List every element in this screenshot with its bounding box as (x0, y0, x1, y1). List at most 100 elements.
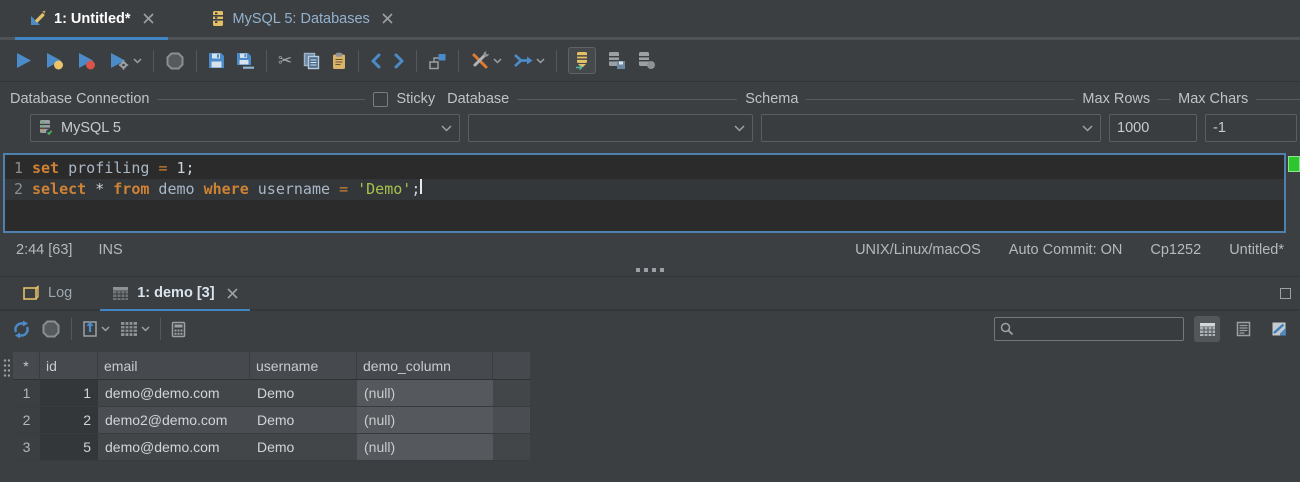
table-cell[interactable] (493, 380, 530, 407)
table-cell[interactable]: demo2@demo.com (98, 407, 250, 434)
refresh-icon[interactable] (12, 320, 31, 339)
sql-token: * (86, 180, 114, 198)
result-search-box[interactable] (994, 317, 1194, 341)
database-filter-icon[interactable] (568, 47, 597, 74)
column-header[interactable]: email (98, 352, 250, 380)
table-cell[interactable]: 1 (40, 380, 98, 407)
run-stop-on-error-icon[interactable] (76, 51, 97, 70)
tab-result-demo[interactable]: 1: demo [3] (100, 277, 249, 309)
table-cell[interactable]: 5 (40, 434, 98, 461)
sql-token: username (248, 180, 340, 198)
column-header[interactable] (493, 352, 530, 380)
close-icon[interactable] (382, 13, 393, 24)
table-cell[interactable]: Demo (250, 407, 357, 434)
row-number[interactable]: 1 (13, 380, 40, 407)
sql-token: = (158, 159, 168, 177)
run-continue-icon[interactable] (44, 51, 65, 70)
cut-icon[interactable]: ✂ (278, 52, 292, 69)
results-tabbar: Log 1: demo [3] (0, 277, 1300, 311)
sql-editor[interactable]: 1 set profiling = 1; 2 select * from demo w… (3, 153, 1286, 233)
run-settings-icon[interactable] (108, 51, 142, 70)
tools-icon[interactable] (470, 51, 502, 70)
tab-label: Log (48, 285, 73, 301)
grid-drag-handle[interactable] (0, 352, 13, 461)
database-commit-icon[interactable] (607, 51, 626, 70)
calculator-icon[interactable] (171, 321, 186, 338)
row-number[interactable]: 3 (13, 434, 40, 461)
table-row: 3 5 demo@demo.com Demo (null) (13, 434, 530, 461)
result-table: * id email username demo_column 1 1 demo@demo.c… (13, 352, 530, 461)
table-cell[interactable]: Demo (250, 434, 357, 461)
file-name: Untitled* (1229, 241, 1284, 258)
table-cell[interactable]: Demo (250, 380, 357, 407)
column-header[interactable]: username (250, 352, 357, 380)
schema-dropdown[interactable] (761, 114, 1101, 142)
table-header-row: * id email username demo_column (13, 352, 530, 380)
run-icon[interactable] (14, 51, 33, 70)
database-rollback-icon[interactable] (637, 51, 656, 70)
chart-view-icon[interactable] (1266, 316, 1292, 342)
divider (157, 98, 366, 100)
sql-token: 1; (167, 159, 195, 177)
run-script-icon[interactable] (513, 53, 545, 68)
stop-icon[interactable] (165, 51, 185, 71)
save-icon[interactable] (208, 52, 225, 69)
table-cell[interactable]: 2 (40, 407, 98, 434)
chevron-down-icon (1082, 124, 1093, 132)
tab-label: MySQL 5: Databases (232, 10, 370, 27)
table-cell[interactable] (493, 434, 530, 461)
table-cell[interactable]: demo@demo.com (98, 434, 250, 461)
grid-view-icon[interactable] (1194, 316, 1220, 342)
table-cell[interactable]: (null) (357, 380, 493, 407)
panel-splitter[interactable] (0, 263, 1300, 276)
tab-label: 1: demo [3] (137, 285, 215, 301)
grid-options-icon[interactable] (120, 321, 150, 337)
connection-dropdown[interactable]: MySQL 5 (30, 114, 460, 142)
database-dropdown[interactable] (468, 114, 753, 142)
sql-token: 'Demo' (357, 180, 412, 198)
code-line[interactable]: 2 select * from demo where username = 'De… (5, 179, 1284, 200)
search-input[interactable] (1018, 321, 1194, 337)
sticky-checkbox[interactable] (373, 91, 389, 107)
editor-statusbar: 2:44 [63] INS UNIX/Linux/macOS Auto Comm… (0, 236, 1300, 263)
column-header[interactable]: id (40, 352, 98, 380)
forward-icon[interactable] (393, 53, 405, 69)
row-number[interactable]: 2 (13, 407, 40, 434)
sql-token: set (32, 159, 60, 177)
export-icon[interactable] (82, 320, 110, 338)
max-rows-value: 1000 (1117, 120, 1150, 136)
line-ending[interactable]: UNIX/Linux/macOS (855, 242, 981, 258)
close-icon[interactable] (142, 13, 154, 24)
results-panel: Log 1: demo [3] * id email username demo… (0, 276, 1300, 461)
chevron-down-icon (101, 326, 110, 332)
tab-untitled[interactable]: 1: Untitled* (15, 0, 168, 37)
column-header[interactable]: demo_column (357, 352, 493, 380)
save-as-icon[interactable] (236, 52, 255, 69)
sql-token: = (339, 180, 349, 198)
table-cell[interactable] (493, 407, 530, 434)
log-icon (22, 285, 40, 301)
encoding[interactable]: Cp1252 (1150, 242, 1201, 258)
back-icon[interactable] (370, 53, 382, 69)
stop-icon[interactable] (41, 319, 61, 339)
tab-log[interactable]: Log (10, 277, 84, 309)
max-rows-input[interactable]: 1000 (1109, 114, 1197, 142)
copy-icon[interactable] (303, 52, 320, 70)
column-header[interactable]: * (13, 352, 40, 380)
table-cell[interactable]: (null) (357, 407, 493, 434)
table-cell[interactable]: demo@demo.com (98, 380, 250, 407)
tab-mysql-databases[interactable]: MySQL 5: Databases (196, 0, 407, 37)
max-chars-input[interactable]: -1 (1205, 114, 1297, 142)
toolbar-separator (160, 318, 161, 340)
table-cell[interactable]: (null) (357, 434, 493, 461)
toolbar-separator (196, 49, 197, 72)
code-line[interactable]: 1 set profiling = 1; (5, 158, 1284, 179)
explain-plan-icon[interactable] (428, 52, 447, 70)
text-view-icon[interactable] (1230, 316, 1256, 342)
close-icon[interactable] (226, 287, 238, 299)
maximize-panel-icon[interactable] (1280, 287, 1291, 299)
paste-icon[interactable] (331, 52, 347, 70)
auto-commit-status[interactable]: Auto Commit: ON (1009, 242, 1123, 258)
line-number: 1 (13, 159, 23, 177)
sql-token: where (203, 180, 249, 198)
